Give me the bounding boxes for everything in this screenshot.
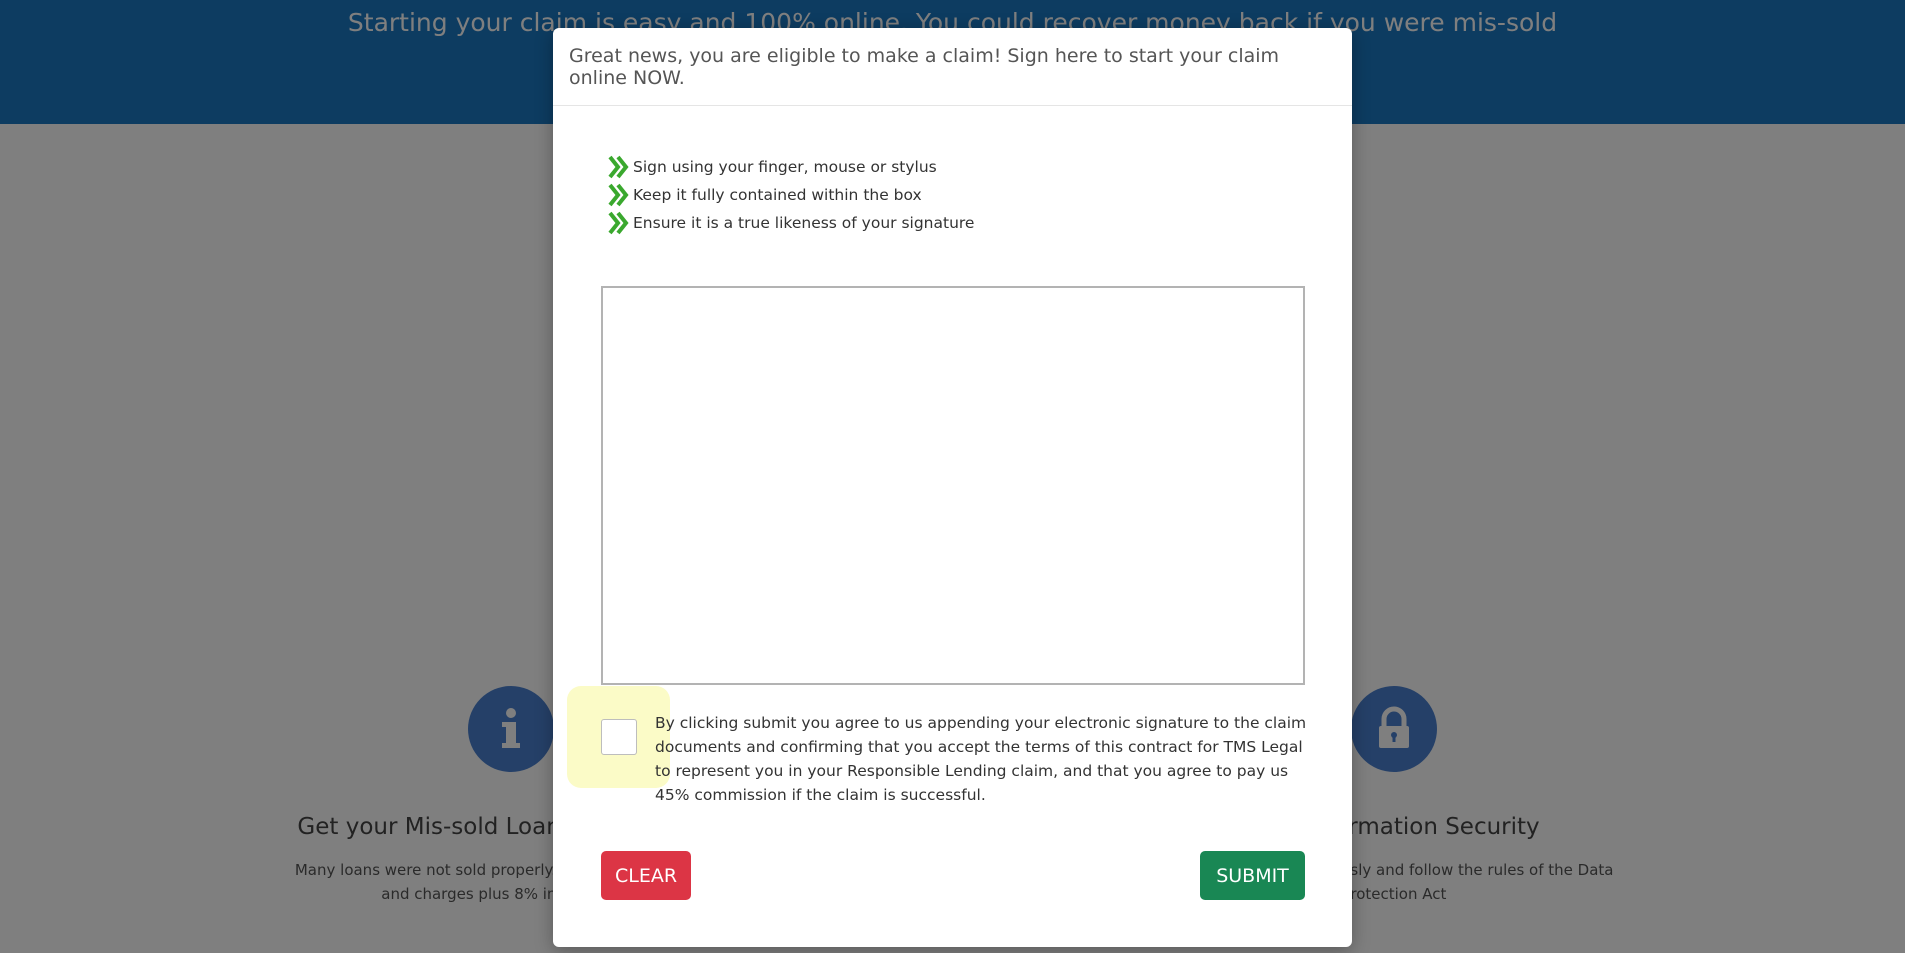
signature-modal: Great news, you are eligible to make a c…: [553, 28, 1352, 947]
clear-button[interactable]: CLEAR: [601, 851, 691, 900]
consent-section: By clicking submit you agree to us appen…: [567, 686, 1337, 816]
instruction-text: Keep it fully contained within the box: [633, 186, 922, 204]
instruction-item: Sign using your finger, mouse or stylus: [608, 153, 974, 181]
double-chevron-right-icon: [608, 183, 629, 207]
consent-checkbox[interactable]: [601, 719, 637, 755]
double-chevron-right-icon: [608, 211, 629, 235]
modal-header: Great news, you are eligible to make a c…: [553, 28, 1352, 106]
double-chevron-right-icon: [608, 155, 629, 179]
instruction-text: Sign using your finger, mouse or stylus: [633, 158, 937, 176]
instruction-text: Ensure it is a true likeness of your sig…: [633, 214, 975, 232]
signature-instructions: Sign using your finger, mouse or stylus …: [608, 153, 974, 237]
submit-button[interactable]: SUBMIT: [1200, 851, 1305, 900]
instruction-item: Keep it fully contained within the box: [608, 181, 974, 209]
consent-text: By clicking submit you agree to us appen…: [655, 714, 1307, 804]
instruction-item: Ensure it is a true likeness of your sig…: [608, 209, 974, 237]
signature-pad[interactable]: [601, 286, 1305, 685]
